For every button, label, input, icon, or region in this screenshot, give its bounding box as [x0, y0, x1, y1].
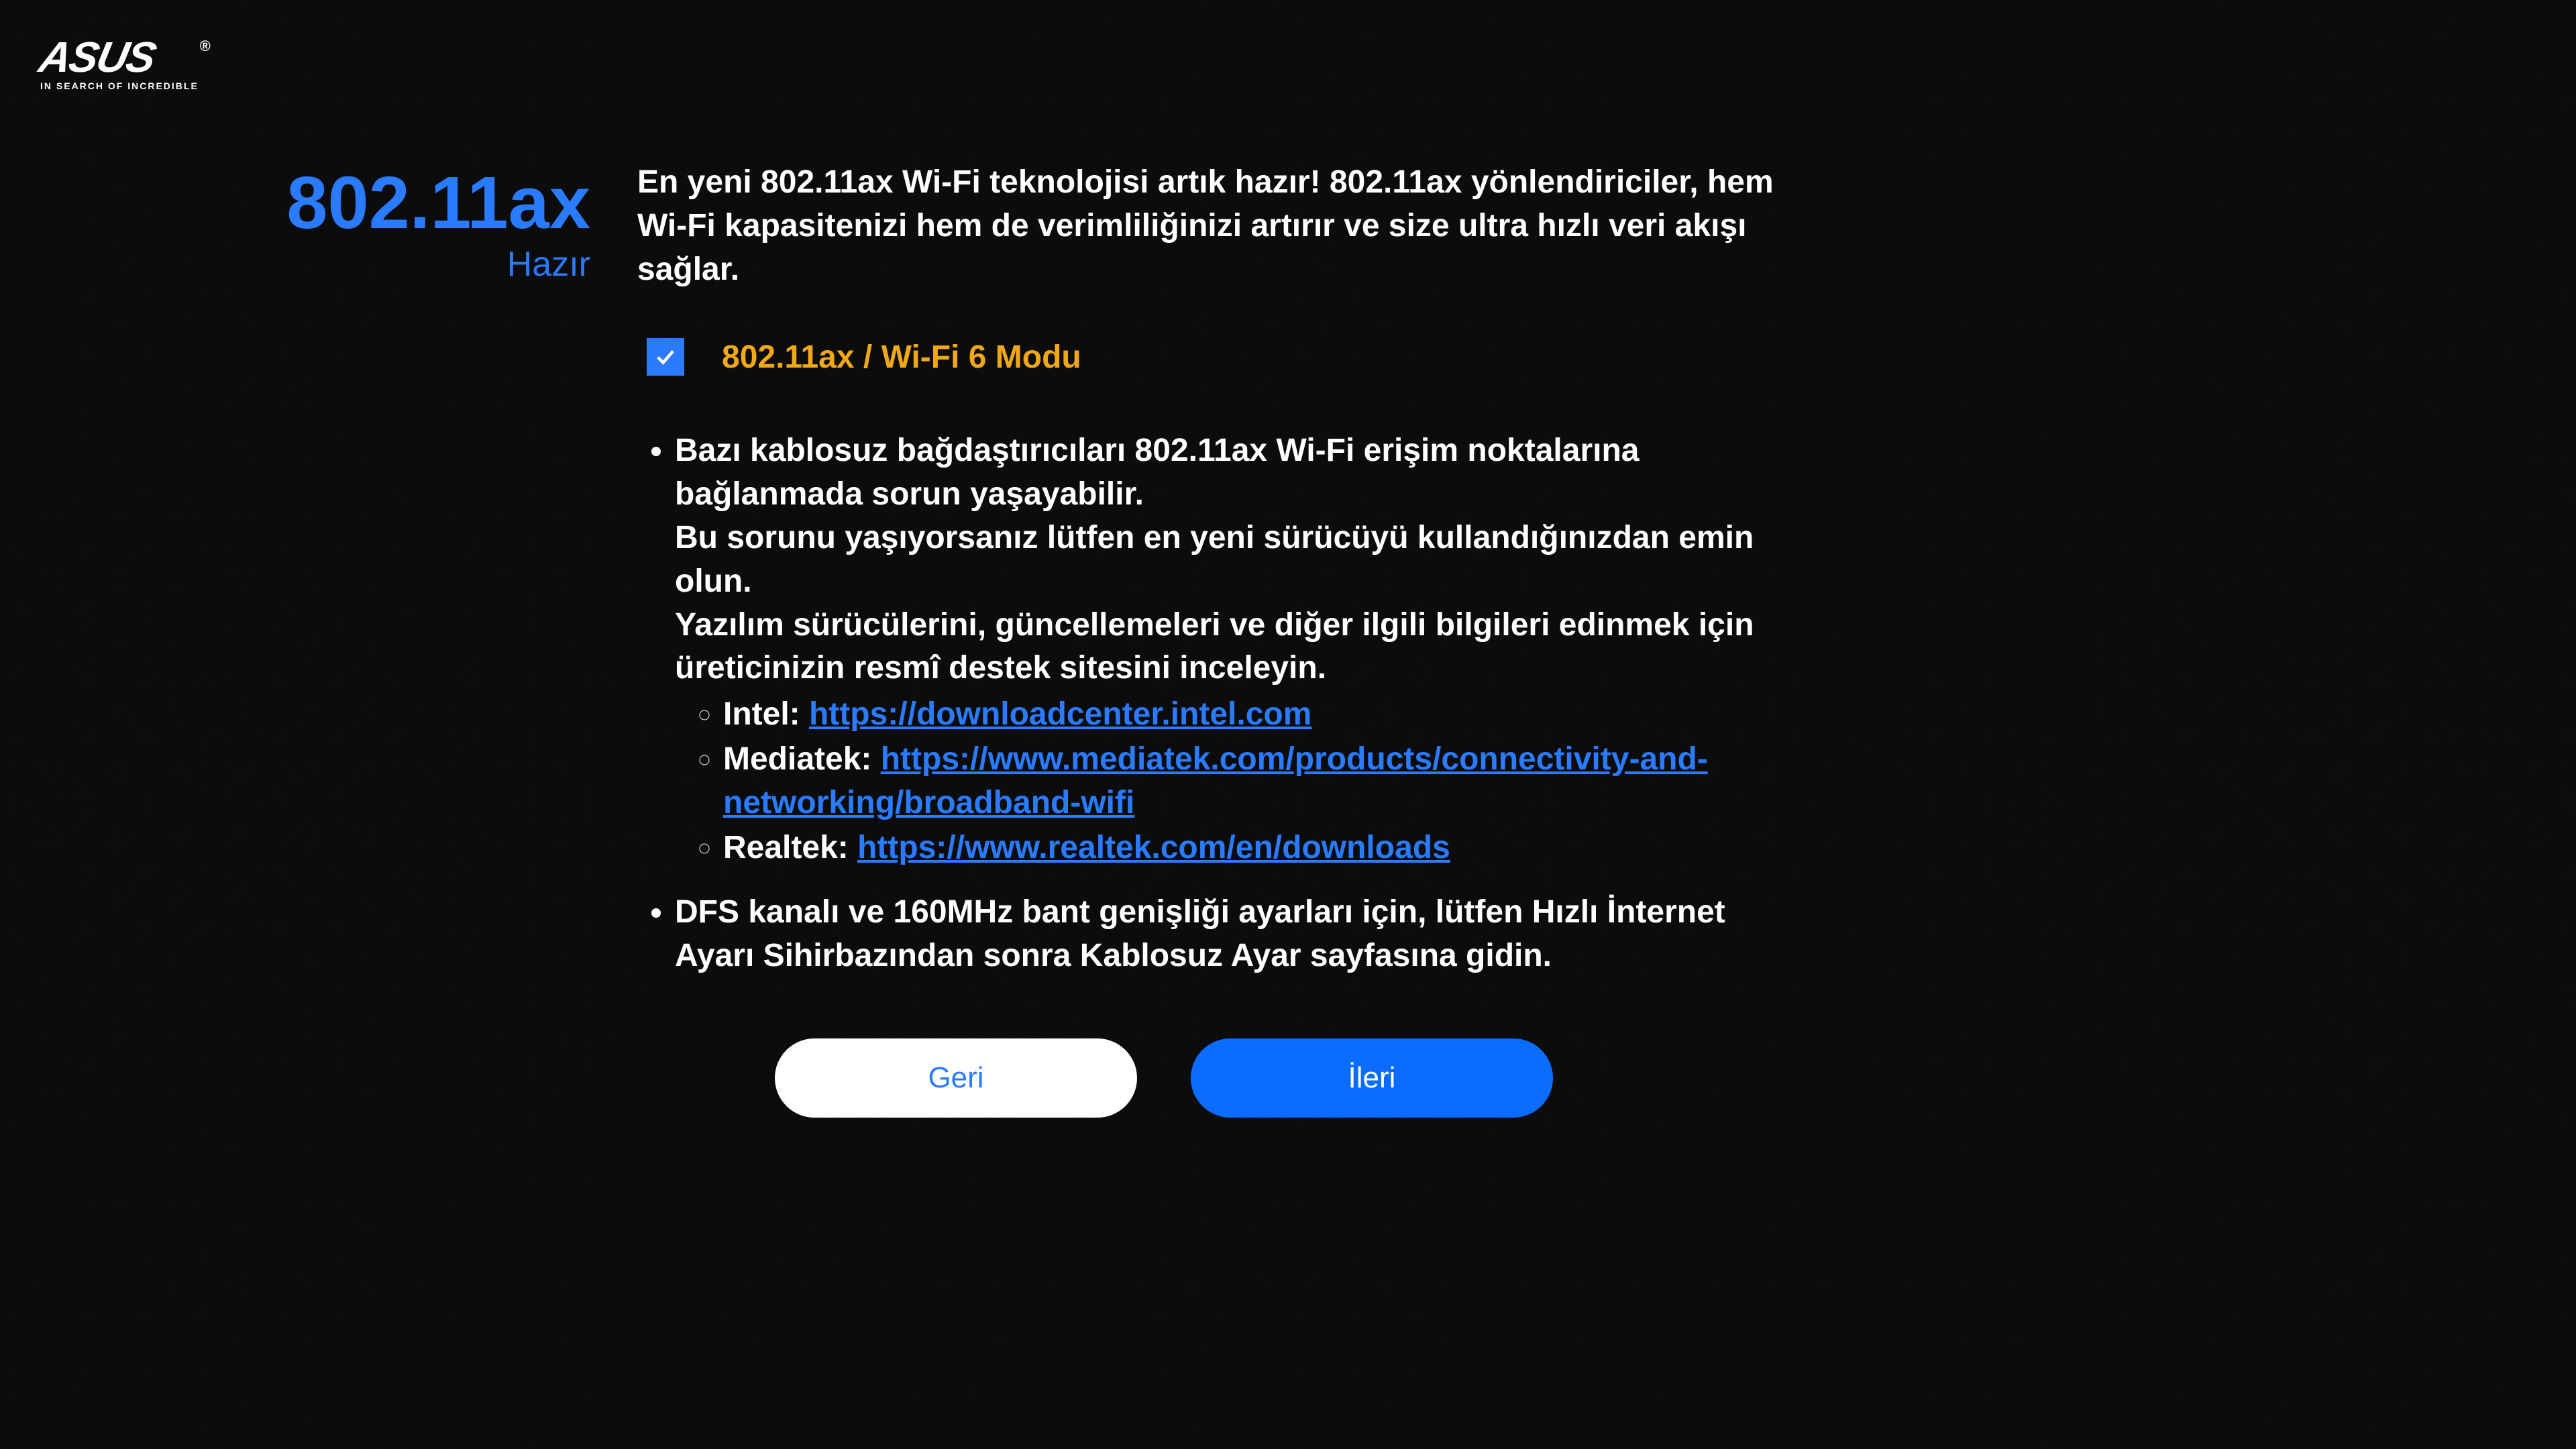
note-line: Bu sorunu yaşıyorsanız lütfen en yeni sü… [675, 517, 1791, 604]
driver-item-realtek: Realtek: https://www.realtek.com/en/down… [723, 826, 1791, 870]
driver-link-realtek[interactable]: https://www.realtek.com/en/downloads [857, 830, 1450, 865]
wifi6-option-row: 802.11ax / Wi-Fi 6 Modu [647, 338, 1791, 376]
brand-tagline: IN SEARCH OF INCREDIBLE [40, 80, 199, 91]
note-line: Yazılım sürücülerini, güncellemeleri ve … [675, 604, 1791, 691]
driver-vendor: Mediatek: [723, 741, 871, 777]
intro-text: En yeni 802.11ax Wi-Fi teknolojisi artık… [637, 161, 1791, 291]
brand-reg-mark: ® [200, 38, 211, 55]
note-line: Bazı kablosuz bağdaştırıcıları 802.11ax … [675, 429, 1791, 517]
brand-name: ASUS [37, 40, 158, 74]
page-subtitle: Hazır [282, 244, 590, 284]
driver-links-list: Intel: https://downloadcenter.intel.com … [675, 693, 1791, 869]
note-adapters: Bazı kablosuz bağdaştırıcıları 802.11ax … [675, 429, 1791, 869]
notes-list: Bazı kablosuz bağdaştırıcıları 802.11ax … [637, 429, 1791, 978]
driver-item-mediatek: Mediatek: https://www.mediatek.com/produ… [723, 738, 1791, 825]
note-dfs: DFS kanalı ve 160MHz bant genişliği ayar… [675, 891, 1791, 978]
page-header: 802.11ax Hazır [282, 161, 590, 1118]
back-button[interactable]: Geri [775, 1038, 1137, 1118]
next-button[interactable]: İleri [1191, 1038, 1553, 1118]
driver-item-intel: Intel: https://downloadcenter.intel.com [723, 693, 1791, 737]
wifi6-option-label: 802.11ax / Wi-Fi 6 Modu [722, 339, 1081, 376]
check-icon [654, 345, 677, 368]
driver-vendor: Intel: [723, 696, 800, 732]
page-content: En yeni 802.11ax Wi-Fi teknolojisi artık… [637, 161, 1791, 1118]
driver-link-mediatek[interactable]: https://www.mediatek.com/products/connec… [723, 741, 1708, 820]
brand-logo: ASUS ® IN SEARCH OF INCREDIBLE [40, 40, 199, 91]
driver-vendor: Realtek: [723, 830, 849, 865]
page-title: 802.11ax [282, 166, 590, 240]
driver-link-intel[interactable]: https://downloadcenter.intel.com [809, 696, 1311, 732]
wizard-nav-buttons: Geri İleri [637, 1038, 1791, 1118]
wizard-page: 802.11ax Hazır En yeni 802.11ax Wi-Fi te… [282, 0, 2294, 1118]
wifi6-checkbox[interactable] [647, 338, 684, 376]
